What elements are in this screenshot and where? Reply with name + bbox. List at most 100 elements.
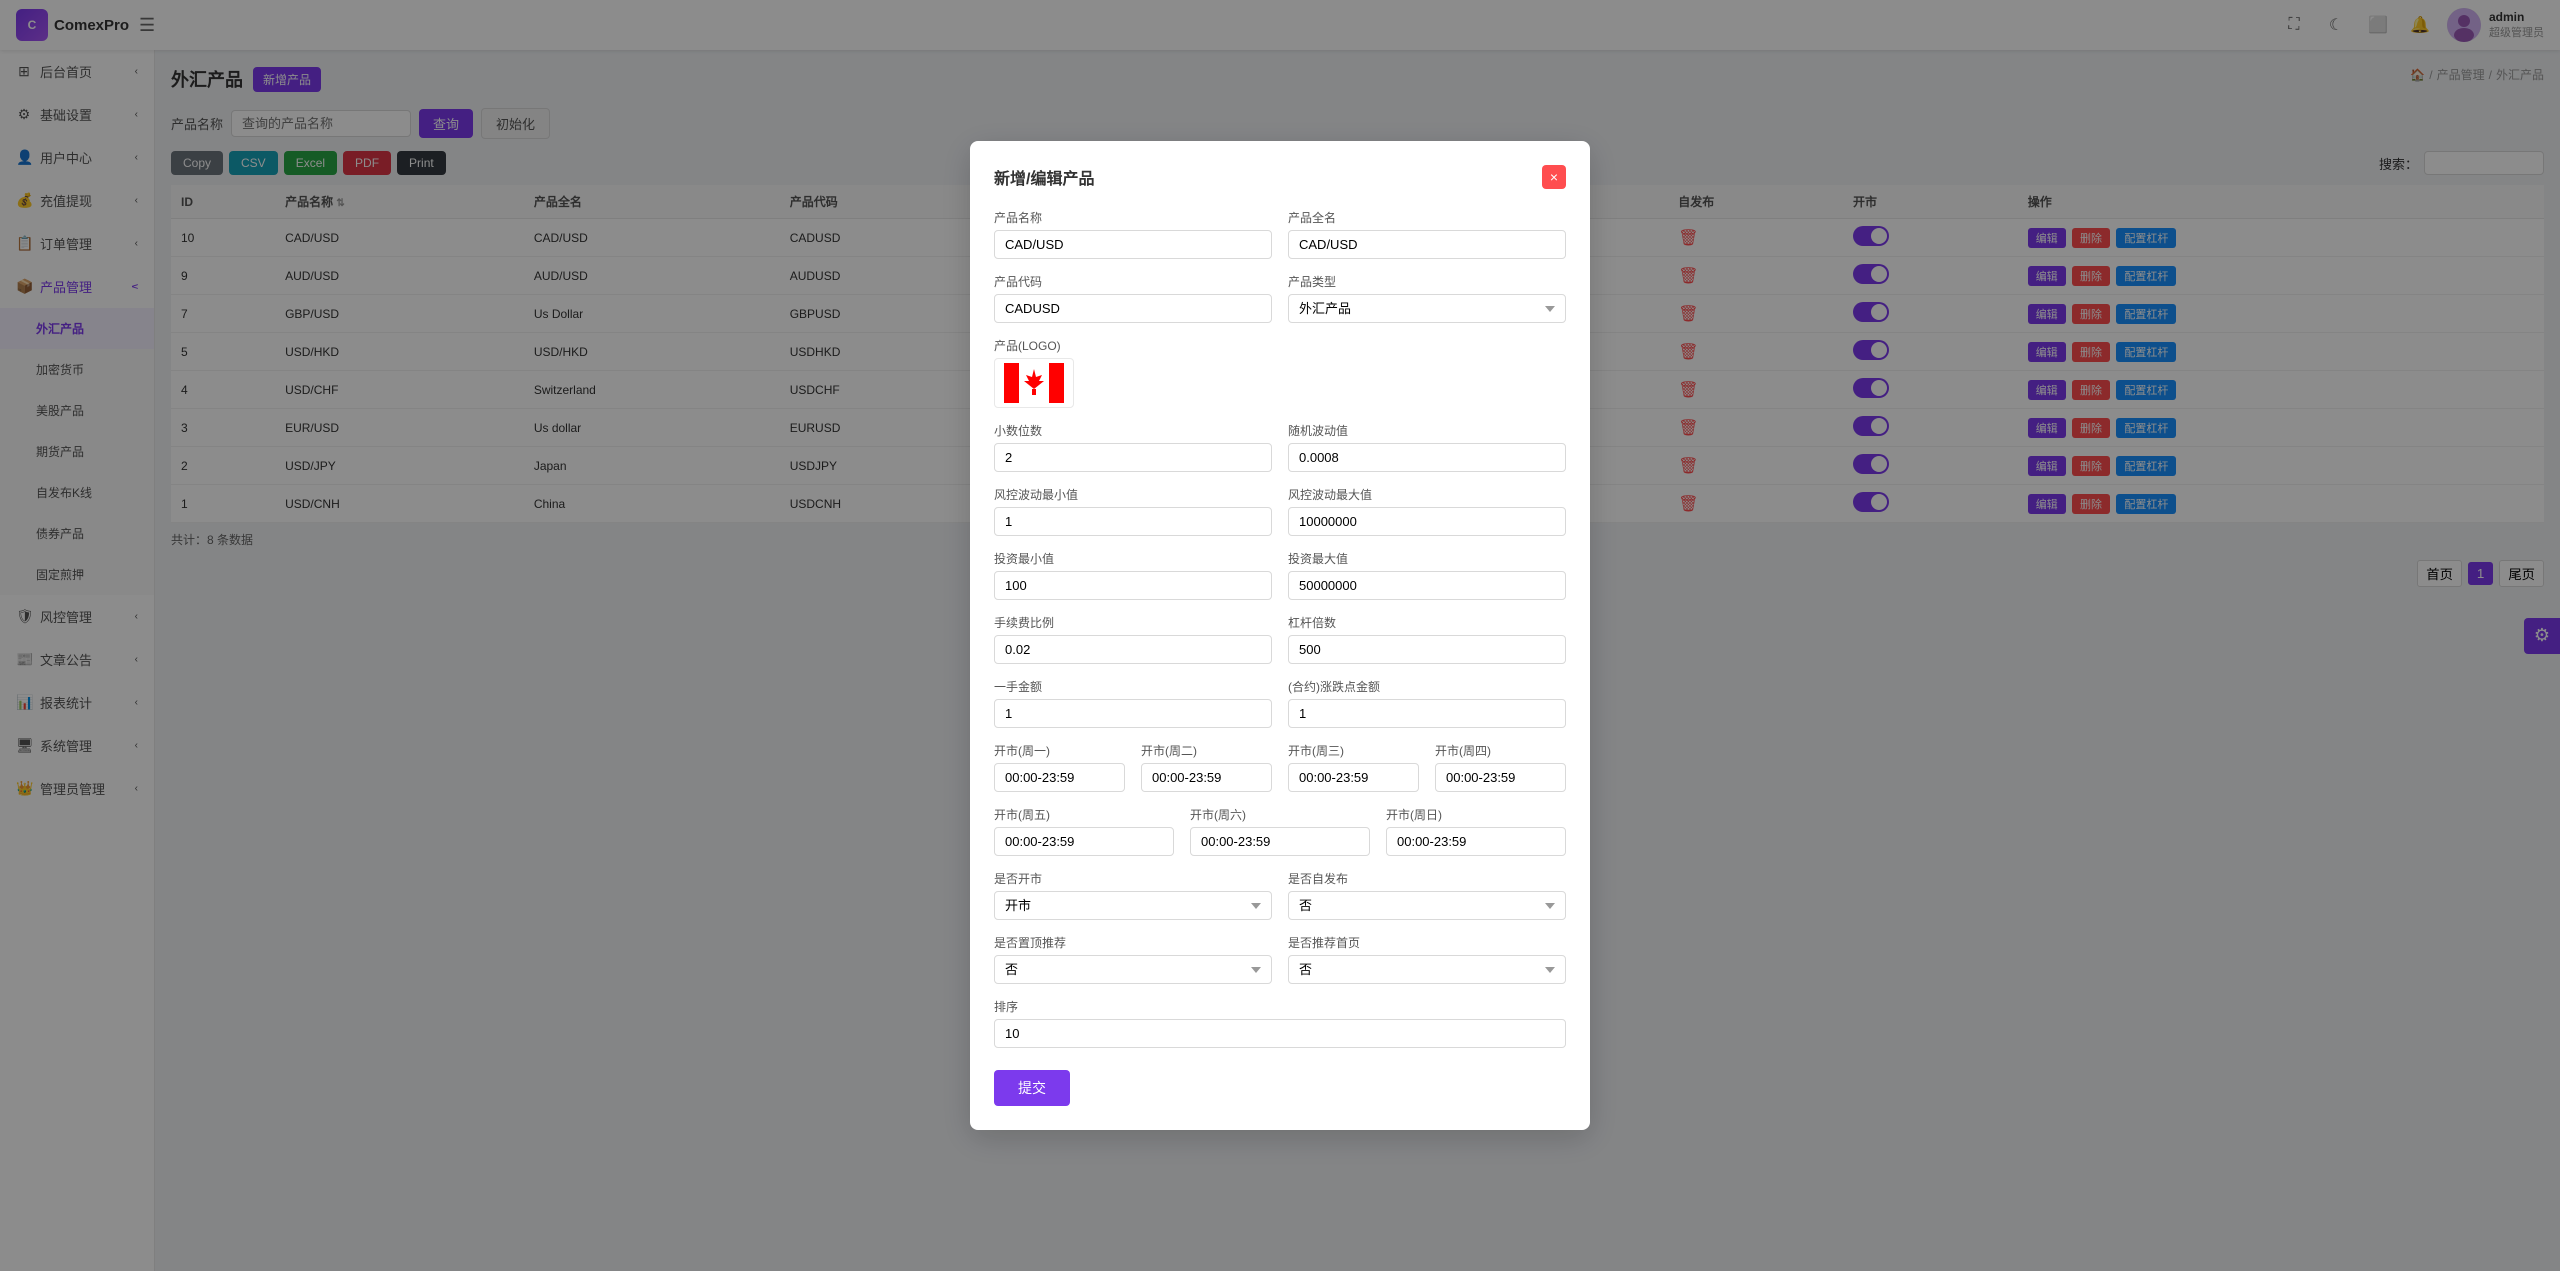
form-group-open-fri: 开市(周五) — [994, 806, 1174, 856]
input-decimal[interactable] — [994, 443, 1272, 472]
label-open-thu: 开市(周四) — [1435, 742, 1566, 759]
flag-svg — [1004, 363, 1064, 403]
form-row-7: 一手金额 (合约)涨跌点金额 — [994, 678, 1566, 728]
modal: 新增/编辑产品 × 产品名称 产品全名 产品代码 产品类型 — [970, 141, 1590, 1130]
input-product-name[interactable] — [994, 230, 1272, 259]
form-group-invest-min: 投资最小值 — [994, 550, 1272, 600]
input-risk-max[interactable] — [1288, 507, 1566, 536]
label-logo: 产品(LOGO) — [994, 337, 1566, 354]
input-leverage[interactable] — [1288, 635, 1566, 664]
form-group-invest-max: 投资最大值 — [1288, 550, 1566, 600]
label-open-tue: 开市(周二) — [1141, 742, 1272, 759]
label-risk-min: 风控波动最小值 — [994, 486, 1272, 503]
form-group-decimal: 小数位数 — [994, 422, 1272, 472]
label-open-wed: 开市(周三) — [1288, 742, 1419, 759]
modal-overlay: 新增/编辑产品 × 产品名称 产品全名 产品代码 产品类型 — [0, 0, 2560, 1271]
label-open-sun: 开市(周日) — [1386, 806, 1566, 823]
form-group-fee-ratio: 手续费比例 — [994, 614, 1272, 664]
form-submit-row: 提交 — [994, 1062, 1566, 1106]
input-invest-max[interactable] — [1288, 571, 1566, 600]
label-product-name: 产品名称 — [994, 209, 1272, 226]
label-open-sat: 开市(周六) — [1190, 806, 1370, 823]
form-group-open-wed: 开市(周三) — [1288, 742, 1419, 792]
form-group-product-type: 产品类型 外汇产品 加密货币 美股产品 期货产品 — [1288, 273, 1566, 323]
form-row-2: 产品代码 产品类型 外汇产品 加密货币 美股产品 期货产品 — [994, 273, 1566, 323]
label-random-fluct: 随机波动值 — [1288, 422, 1566, 439]
form-row-logo: 产品(LOGO) — [994, 337, 1566, 408]
form-row-sort: 排序 — [994, 998, 1566, 1048]
input-sort[interactable] — [994, 1019, 1566, 1048]
label-is-top: 是否置顶推荐 — [994, 934, 1272, 951]
form-group-risk-max: 风控波动最大值 — [1288, 486, 1566, 536]
form-group-product-fullname: 产品全名 — [1288, 209, 1566, 259]
form-group-leverage: 杠杆倍数 — [1288, 614, 1566, 664]
form-row-5: 投资最小值 投资最大值 — [994, 550, 1566, 600]
label-fee-ratio: 手续费比例 — [994, 614, 1272, 631]
form-group-risk-min: 风控波动最小值 — [994, 486, 1272, 536]
input-open-wed[interactable] — [1288, 763, 1419, 792]
input-open-sat[interactable] — [1190, 827, 1370, 856]
label-invest-max: 投资最大值 — [1288, 550, 1566, 567]
form-row-open-status: 是否开市 开市 休市 是否自发布 否 是 — [994, 870, 1566, 920]
input-random-fluct[interactable] — [1288, 443, 1566, 472]
form-group-sort: 排序 — [994, 998, 1566, 1048]
label-product-type: 产品类型 — [1288, 273, 1566, 290]
form-row-open-2: 开市(周五) 开市(周六) 开市(周日) — [994, 806, 1566, 856]
label-risk-max: 风控波动最大值 — [1288, 486, 1566, 503]
modal-title: 新增/编辑产品 — [994, 165, 1094, 189]
label-is-open: 是否开市 — [994, 870, 1272, 887]
input-open-sun[interactable] — [1386, 827, 1566, 856]
form-row-1: 产品名称 产品全名 — [994, 209, 1566, 259]
modal-header: 新增/编辑产品 × — [994, 165, 1566, 189]
label-product-fullname: 产品全名 — [1288, 209, 1566, 226]
label-is-homepage: 是否推荐首页 — [1288, 934, 1566, 951]
select-is-open[interactable]: 开市 休市 — [994, 891, 1272, 920]
form-group-open-sun: 开市(周日) — [1386, 806, 1566, 856]
input-spread[interactable] — [1288, 699, 1566, 728]
form-group-is-open: 是否开市 开市 休市 — [994, 870, 1272, 920]
form-group-product-name: 产品名称 — [994, 209, 1272, 259]
label-open-mon: 开市(周一) — [994, 742, 1125, 759]
input-invest-min[interactable] — [994, 571, 1272, 600]
label-decimal: 小数位数 — [994, 422, 1272, 439]
label-invest-min: 投资最小值 — [994, 550, 1272, 567]
input-product-fullname[interactable] — [1288, 230, 1566, 259]
label-product-code: 产品代码 — [994, 273, 1272, 290]
input-risk-min[interactable] — [994, 507, 1272, 536]
submit-button[interactable]: 提交 — [994, 1070, 1070, 1106]
form-group-spread: (合约)涨跌点金额 — [1288, 678, 1566, 728]
form-group-is-homepage: 是否推荐首页 否 是 — [1288, 934, 1566, 984]
form-group-is-top: 是否置顶推荐 否 是 — [994, 934, 1272, 984]
form-group-logo: 产品(LOGO) — [994, 337, 1566, 408]
form-row-recommend: 是否置顶推荐 否 是 是否推荐首页 否 是 — [994, 934, 1566, 984]
select-is-homepage[interactable]: 否 是 — [1288, 955, 1566, 984]
label-spread: (合约)涨跌点金额 — [1288, 678, 1566, 695]
input-product-code[interactable] — [994, 294, 1272, 323]
input-open-thu[interactable] — [1435, 763, 1566, 792]
form-group-open-sat: 开市(周六) — [1190, 806, 1370, 856]
label-open-fri: 开市(周五) — [994, 806, 1174, 823]
label-sort: 排序 — [994, 998, 1566, 1015]
select-is-self-pub[interactable]: 否 是 — [1288, 891, 1566, 920]
input-fee-ratio[interactable] — [994, 635, 1272, 664]
form-row-4: 风控波动最小值 风控波动最大值 — [994, 486, 1566, 536]
select-product-type[interactable]: 外汇产品 加密货币 美股产品 期货产品 — [1288, 294, 1566, 323]
input-open-mon[interactable] — [994, 763, 1125, 792]
form-row-3: 小数位数 随机波动值 — [994, 422, 1566, 472]
input-open-tue[interactable] — [1141, 763, 1272, 792]
input-per-hand[interactable] — [994, 699, 1272, 728]
label-is-self-pub: 是否自发布 — [1288, 870, 1566, 887]
form-group-random-fluct: 随机波动值 — [1288, 422, 1566, 472]
select-is-top[interactable]: 否 是 — [994, 955, 1272, 984]
form-group-is-self-pub: 是否自发布 否 是 — [1288, 870, 1566, 920]
form-group-product-code: 产品代码 — [994, 273, 1272, 323]
form-group-open-mon: 开市(周一) — [994, 742, 1125, 792]
form-group-open-thu: 开市(周四) — [1435, 742, 1566, 792]
logo-preview[interactable] — [994, 358, 1074, 408]
form-group-open-tue: 开市(周二) — [1141, 742, 1272, 792]
form-group-per-hand: 一手金额 — [994, 678, 1272, 728]
modal-close-button[interactable]: × — [1542, 165, 1566, 189]
label-per-hand: 一手金额 — [994, 678, 1272, 695]
form-row-open-1: 开市(周一) 开市(周二) 开市(周三) 开市(周四) — [994, 742, 1566, 792]
input-open-fri[interactable] — [994, 827, 1174, 856]
